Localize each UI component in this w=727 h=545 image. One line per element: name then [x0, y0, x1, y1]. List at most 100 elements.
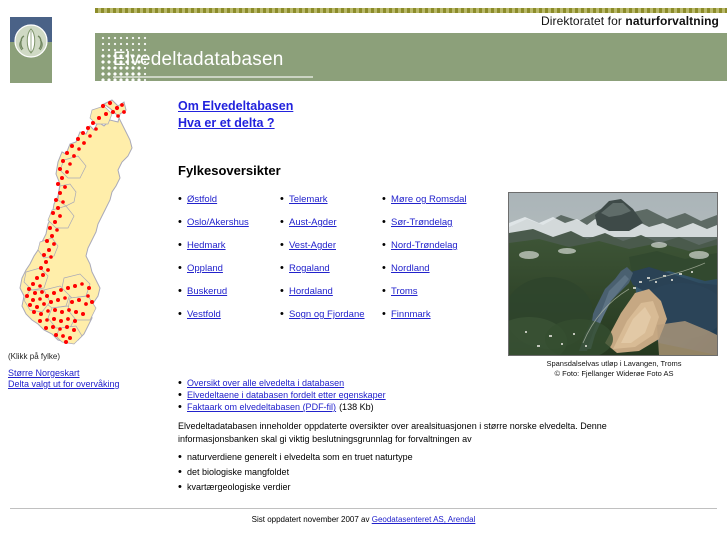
county-item[interactable]: Østfold	[178, 194, 280, 217]
county-item[interactable]: Aust-Agder	[280, 217, 382, 240]
bullet-icon	[382, 217, 391, 228]
plant-in-circle-logo-icon	[14, 24, 48, 58]
norway-map-icon[interactable]	[0, 92, 160, 350]
county-item[interactable]: Telemark	[280, 194, 382, 217]
bullet-icon	[382, 263, 391, 274]
bullet-icon	[178, 240, 187, 251]
county-item[interactable]: Nordland	[382, 263, 502, 286]
aerial-delta-photo-icon	[509, 193, 717, 355]
bullet-icon	[178, 217, 187, 228]
page-title: Elvedeltadatabasen	[113, 49, 284, 70]
county-link-nord-trondelag[interactable]: Nord-Trøndelag	[391, 240, 458, 251]
bullet-icon	[178, 467, 187, 478]
county-column-2: Telemark Aust-Agder Vest-Agder Rogaland …	[280, 194, 382, 332]
county-link-oppland[interactable]: Oppland	[187, 263, 223, 274]
county-overview-grid: Østfold Oslo/Akershus Hedmark Oppland Bu…	[178, 194, 508, 332]
map-hint-text: (Klikk på fylke)	[8, 352, 61, 361]
page-header: Direktoratet for naturforvaltning Elvede…	[0, 0, 727, 88]
county-link-sor-trondelag[interactable]: Sør-Trøndelag	[391, 217, 452, 228]
link-all-deltas-overview[interactable]: Oversikt over alle elvedelta i databasen	[187, 378, 344, 388]
county-link-telemark[interactable]: Telemark	[289, 194, 328, 205]
photo-caption: Spansdalselvas utløp i Lavangen, Troms ©…	[508, 359, 720, 379]
intro-link-list: Om Elvedeltabasen Hva er et delta ?	[178, 98, 498, 131]
county-item[interactable]: Møre og Romsdal	[382, 194, 502, 217]
purpose-nature-values: naturverdiene generelt i elvedelta som e…	[187, 452, 413, 462]
county-item[interactable]: Nord-Trøndelag	[382, 240, 502, 263]
county-item[interactable]: Sogn og Fjordane	[280, 309, 382, 332]
link-what-is-delta[interactable]: Hva er et delta ?	[178, 115, 498, 131]
county-link-sogn-og-fjordane[interactable]: Sogn og Fjordane	[289, 309, 365, 320]
bullet-icon	[280, 309, 289, 320]
agency-name: naturforvaltning	[625, 14, 719, 28]
bullet-icon	[382, 286, 391, 297]
county-link-nordland[interactable]: Nordland	[391, 263, 430, 274]
county-link-hordaland[interactable]: Hordaland	[289, 286, 333, 297]
footer: Sist oppdatert november 2007 av Geodatas…	[0, 515, 727, 524]
county-link-vest-agder[interactable]: Vest-Agder	[289, 240, 336, 251]
agency-logo[interactable]	[10, 17, 52, 83]
county-column-3: Møre og Romsdal Sør-Trøndelag Nord-Trønd…	[382, 194, 502, 332]
bullet-icon	[178, 286, 187, 297]
sidebar-link-monitoring-deltas[interactable]: Delta valgt ut for overvåking	[8, 379, 170, 390]
bullet-icon	[178, 402, 187, 413]
main-content: Om Elvedeltabasen Hva er et delta ? Fylk…	[178, 98, 498, 178]
county-link-hedmark[interactable]: Hedmark	[187, 240, 226, 251]
bullet-icon	[178, 263, 187, 274]
photo-caption-line1: Spansdalselvas utløp i Lavangen, Troms	[546, 359, 682, 368]
bullet-icon	[280, 217, 289, 228]
county-column-1: Østfold Oslo/Akershus Hedmark Oppland Bu…	[178, 194, 280, 332]
county-item[interactable]: Vest-Agder	[280, 240, 382, 263]
county-item[interactable]: Oslo/Akershus	[178, 217, 280, 240]
link-factsheet-pdf[interactable]: Faktaark om elvedeltabasen (PDF-fil)	[187, 402, 336, 412]
list-item: naturverdiene generelt i elvedelta som e…	[178, 452, 518, 467]
county-item[interactable]: Hordaland	[280, 286, 382, 309]
resource-link-list: Oversikt over alle elvedelta i databasen…	[178, 378, 518, 414]
footer-updated-text: Sist oppdatert november 2007 av	[251, 515, 372, 524]
county-item[interactable]: Hedmark	[178, 240, 280, 263]
bullet-icon	[178, 194, 187, 205]
county-link-aust-agder[interactable]: Aust-Agder	[289, 217, 337, 228]
photo-caption-line2: © Foto: Fjellanger Widerøe Foto AS	[554, 369, 674, 378]
county-link-oslo-akershus[interactable]: Oslo/Akershus	[187, 217, 249, 228]
header-dotted-topbar	[95, 8, 727, 13]
link-deltas-by-properties[interactable]: Elvedeltaene i databasen fordelt etter e…	[187, 390, 386, 400]
bullet-icon	[382, 309, 391, 320]
delta-photo-block: Spansdalselvas utløp i Lavangen, Troms ©…	[508, 192, 720, 379]
sidebar-link-larger-map[interactable]: Større Norgeskart	[8, 368, 170, 379]
bullet-icon	[382, 194, 391, 205]
county-link-troms[interactable]: Troms	[391, 286, 418, 297]
county-link-vestfold[interactable]: Vestfold	[187, 309, 221, 320]
bullet-icon	[178, 390, 187, 401]
bullet-icon	[280, 194, 289, 205]
bullet-icon	[178, 452, 187, 463]
bullet-icon	[280, 240, 289, 251]
left-sidebar: (Klikk på fylke) Større Norgeskart Delta…	[0, 92, 170, 390]
county-item[interactable]: Troms	[382, 286, 502, 309]
list-item: kvartærgeologiske verdier	[178, 482, 518, 497]
county-link-ostfold[interactable]: Østfold	[187, 194, 217, 205]
purpose-biodiversity: det biologiske mangfoldet	[187, 467, 290, 477]
county-link-buskerud[interactable]: Buskerud	[187, 286, 227, 297]
agency-prefix: Direktoratet for	[540, 14, 626, 28]
bullet-icon	[280, 286, 289, 297]
list-item[interactable]: Elvedeltaene i databasen fordelt etter e…	[178, 390, 518, 401]
county-link-finnmark[interactable]: Finnmark	[391, 309, 431, 320]
factsheet-file-size: (138 Kb)	[339, 402, 374, 412]
county-link-rogaland[interactable]: Rogaland	[289, 263, 330, 274]
norway-map[interactable]	[0, 92, 160, 350]
county-item[interactable]: Oppland	[178, 263, 280, 286]
county-item[interactable]: Sør-Trøndelag	[382, 217, 502, 240]
county-item[interactable]: Finnmark	[382, 309, 502, 332]
county-item[interactable]: Rogaland	[280, 263, 382, 286]
footer-link-geodatasenteret[interactable]: Geodatasenteret AS, Arendal	[372, 515, 476, 524]
link-about-database[interactable]: Om Elvedeltabasen	[178, 98, 498, 114]
county-link-more-og-romsdal[interactable]: Møre og Romsdal	[391, 194, 467, 205]
county-item[interactable]: Buskerud	[178, 286, 280, 309]
page-title-underline	[113, 76, 313, 78]
list-item: det biologiske mangfoldet	[178, 467, 518, 482]
list-item[interactable]: Faktaark om elvedeltabasen (PDF-fil) (13…	[178, 402, 518, 413]
bullet-icon	[178, 309, 187, 320]
county-item[interactable]: Vestfold	[178, 309, 280, 332]
list-item[interactable]: Oversikt over alle elvedelta i databasen	[178, 378, 518, 389]
purpose-bullet-list: naturverdiene generelt i elvedelta som e…	[178, 452, 518, 497]
